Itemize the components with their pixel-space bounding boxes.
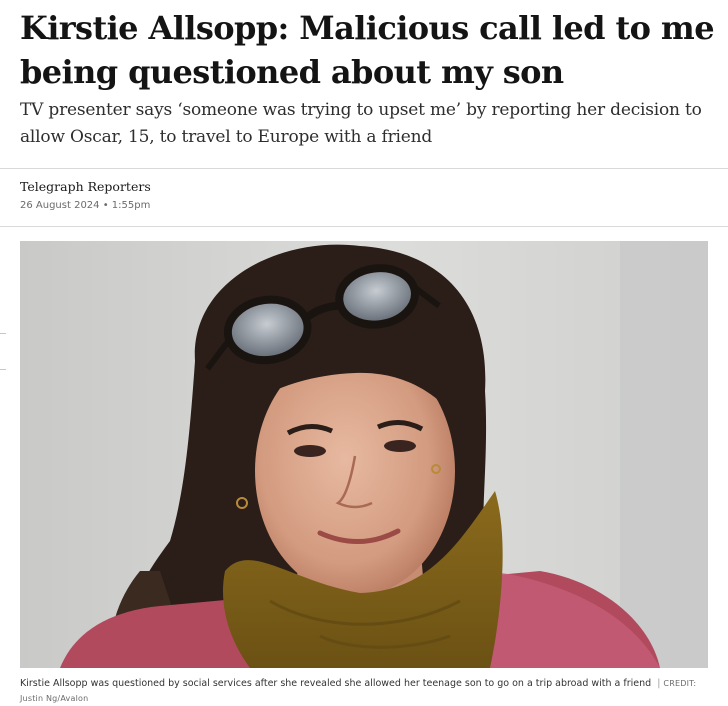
- article-lead-image[interactable]: [20, 241, 708, 668]
- image-caption: Kirstie Allsopp was questioned by social…: [20, 676, 700, 706]
- page-edge-mark: [0, 333, 6, 334]
- author-byline[interactable]: Telegraph Reporters: [20, 179, 151, 194]
- publish-date: 26 August 2024 • 1:55pm: [20, 200, 151, 211]
- article-standfirst: TV presenter says ‘someone was trying to…: [20, 100, 702, 147]
- divider-top: [0, 168, 728, 169]
- divider-bottom: [0, 226, 728, 227]
- credit-label: CREDIT:: [663, 679, 697, 688]
- caption-text: Kirstie Allsopp was questioned by social…: [20, 678, 652, 689]
- article-headline: Kirstie Allsopp: Malicious call led to m…: [20, 9, 715, 91]
- portrait-photo: [20, 241, 708, 668]
- credit-value: Justin Ng/Avalon: [20, 694, 89, 703]
- page-edge-mark: [0, 369, 6, 370]
